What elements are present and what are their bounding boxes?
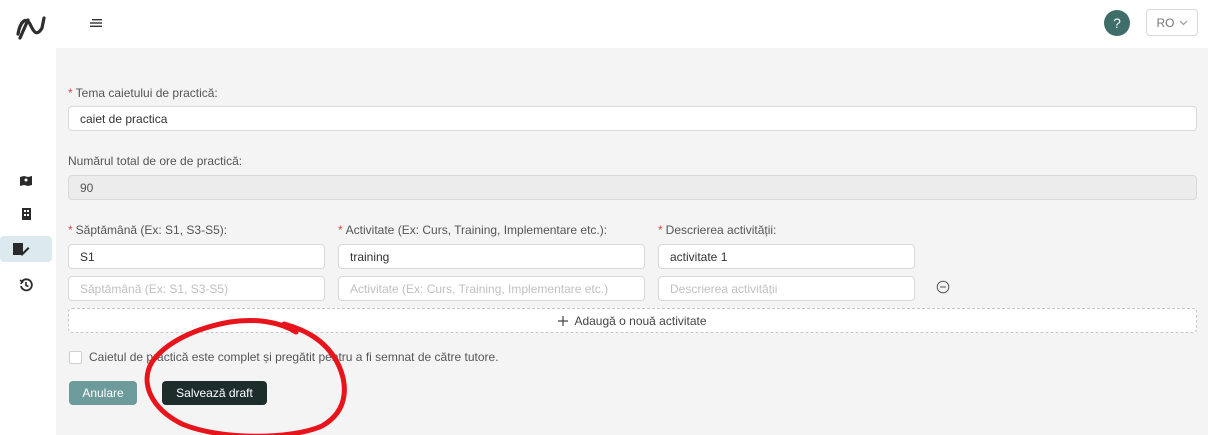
practice-notebook-form: * Tema caietului de practică: caiet de pr… bbox=[56, 48, 1208, 435]
help-button[interactable]: ? bbox=[1104, 10, 1130, 36]
language-value: RO bbox=[1156, 15, 1175, 30]
complete-checkbox[interactable] bbox=[69, 351, 82, 364]
description-label: * Descrierea activității: bbox=[658, 223, 777, 237]
language-select[interactable]: RO bbox=[1146, 9, 1198, 36]
history-icon bbox=[19, 278, 33, 292]
sidebar-item-company[interactable] bbox=[12, 201, 40, 227]
activity-label: * Activitate (Ex: Curs, Training, Impleme… bbox=[338, 223, 608, 237]
week-input-empty[interactable]: Săptămână (Ex: S1, S3-S5) bbox=[68, 276, 325, 301]
complete-checkbox-label[interactable]: Caietul de practică este complet și preg… bbox=[89, 350, 499, 364]
save-draft-button[interactable]: Salvează draft bbox=[162, 381, 267, 405]
notebook-edit-icon bbox=[13, 243, 30, 256]
map-icon bbox=[20, 176, 32, 186]
cancel-button[interactable]: Anulare bbox=[69, 381, 137, 405]
week-input[interactable]: S1 bbox=[68, 244, 325, 269]
menu-icon[interactable] bbox=[90, 18, 102, 28]
top-bar: ? RO bbox=[56, 0, 1208, 48]
plus-icon bbox=[558, 315, 569, 326]
sidebar-item-map[interactable] bbox=[12, 168, 40, 194]
sidebar-item-notebook[interactable] bbox=[0, 236, 52, 262]
add-activity-button[interactable]: Adaugă o nouă activitate bbox=[68, 308, 1197, 333]
hours-label: Numărul total de ore de practică: bbox=[68, 154, 243, 168]
building-icon bbox=[21, 208, 31, 220]
chevron-down-icon bbox=[1179, 20, 1187, 25]
activity-input[interactable]: training bbox=[338, 244, 645, 269]
hours-input: 90 bbox=[68, 175, 1197, 200]
topic-input[interactable]: caiet de practica bbox=[68, 106, 1197, 131]
app-logo-icon[interactable] bbox=[14, 12, 48, 42]
description-input-empty[interactable]: Descrierea activității bbox=[658, 276, 915, 301]
sidebar-item-history[interactable] bbox=[12, 272, 40, 298]
description-input[interactable]: activitate 1 bbox=[658, 244, 915, 269]
topic-label: * Tema caietului de practică: bbox=[68, 86, 218, 100]
minus-circle-icon[interactable] bbox=[936, 280, 950, 294]
sidebar bbox=[0, 0, 56, 435]
add-activity-label: Adaugă o nouă activitate bbox=[574, 313, 707, 328]
help-icon: ? bbox=[1113, 15, 1121, 31]
week-label: * Săptămână (Ex: S1, S3-S5): bbox=[68, 223, 228, 237]
activity-input-empty[interactable]: Activitate (Ex: Curs, Training, Implemen… bbox=[338, 276, 645, 301]
